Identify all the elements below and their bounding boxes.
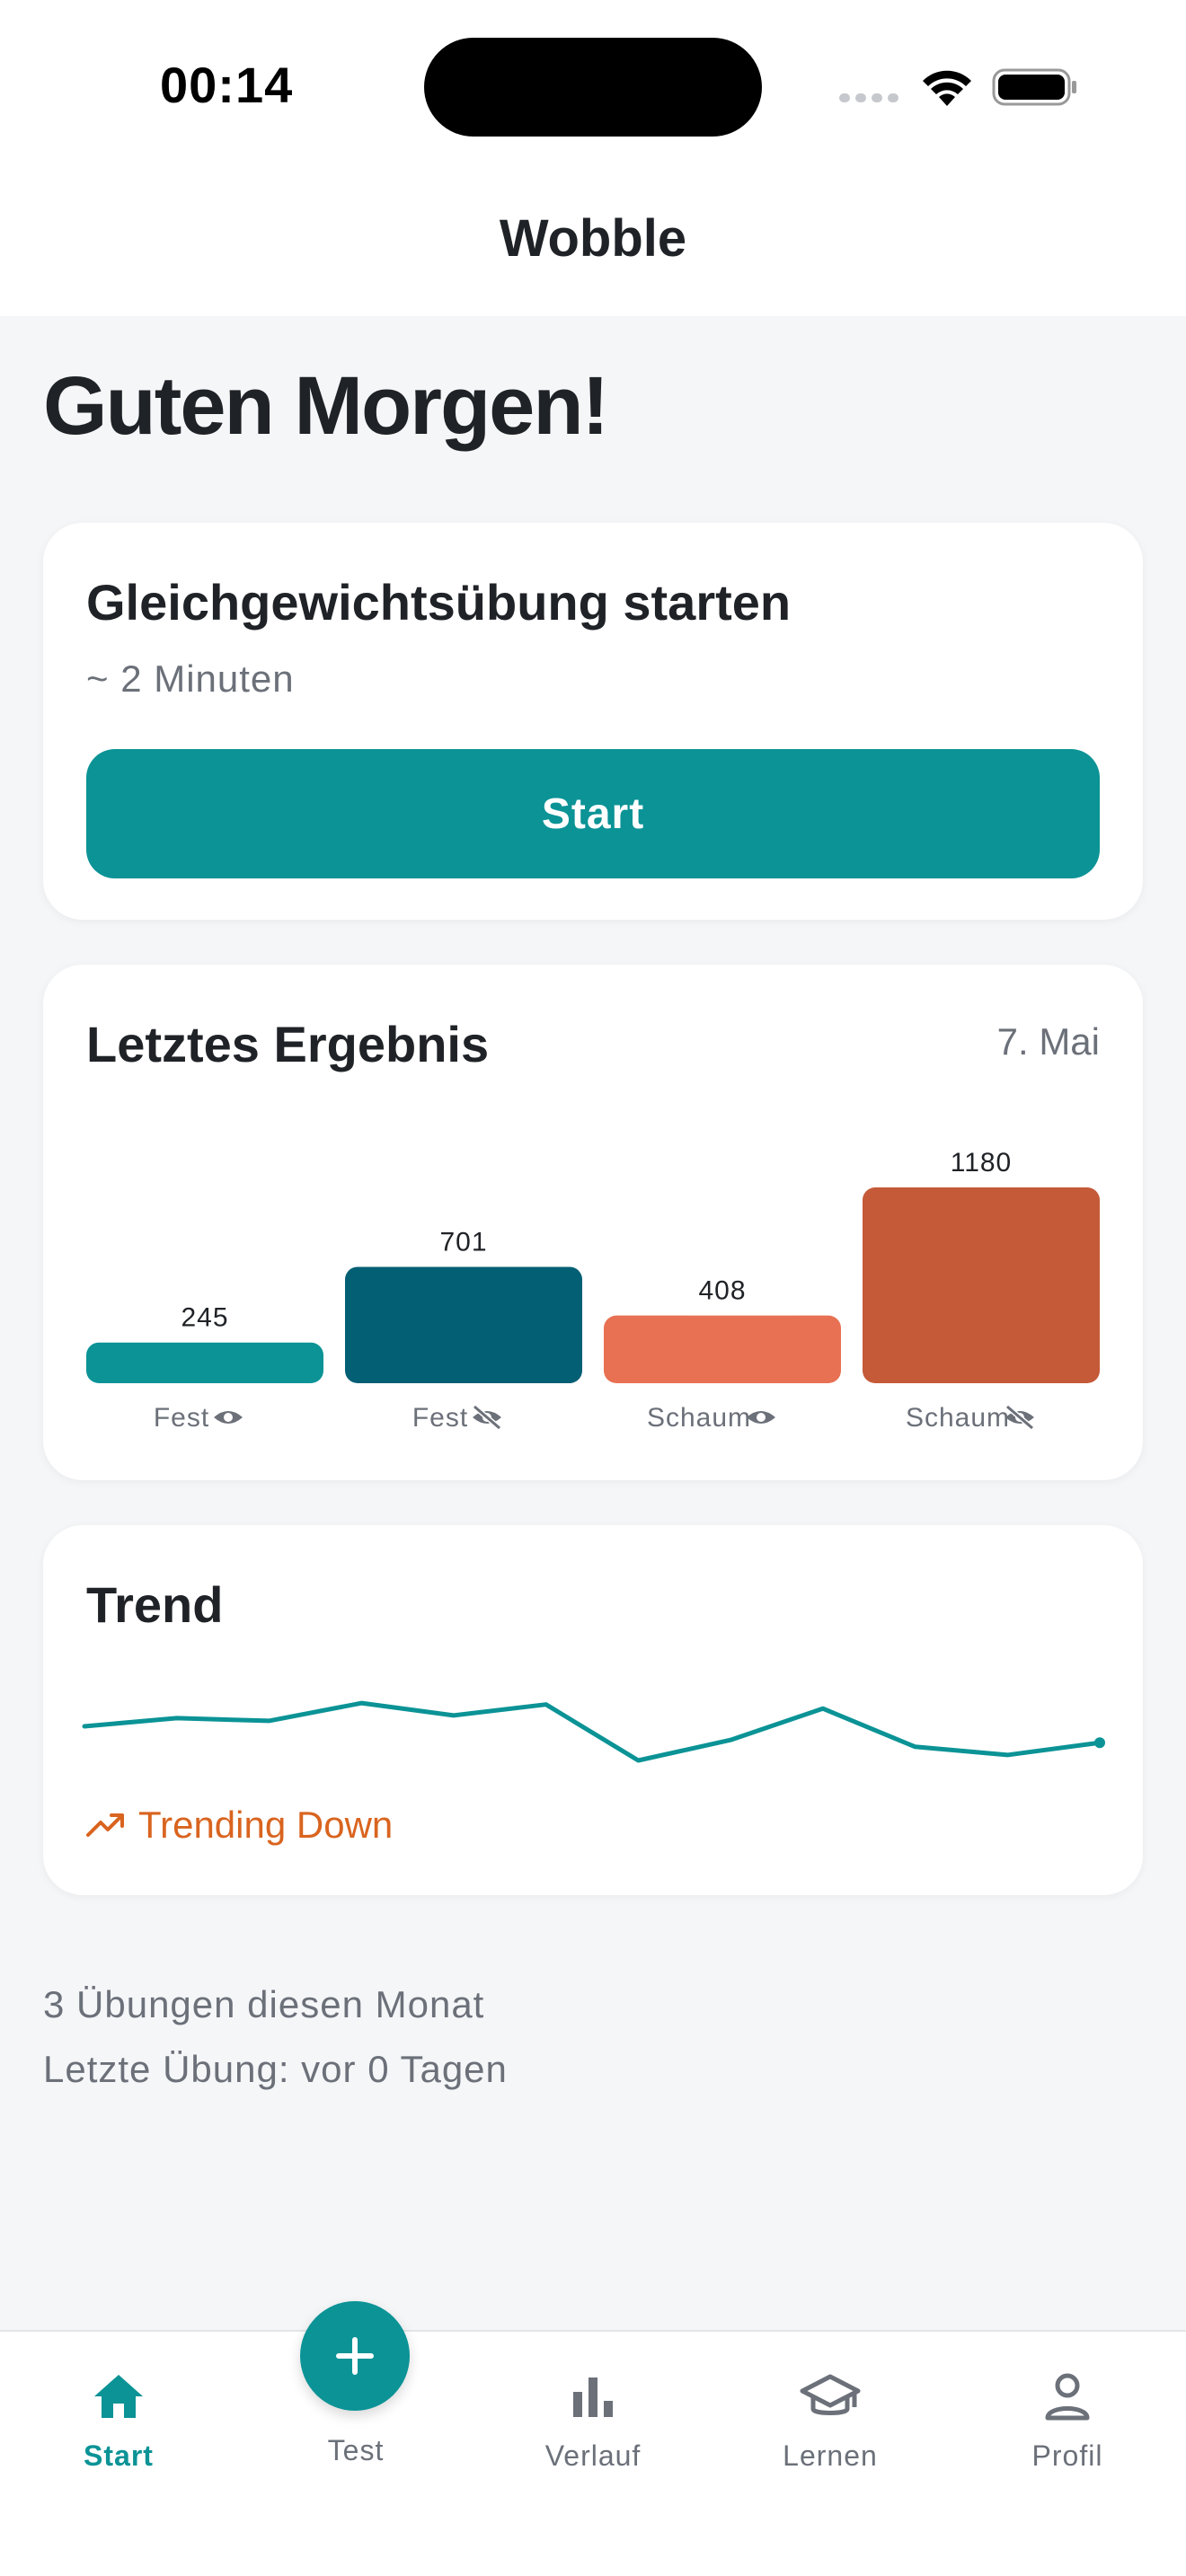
graduation-cap-icon [800, 2374, 861, 2415]
tab-profil[interactable]: Profil [949, 2332, 1186, 2511]
trend-status-label: Trending Down [138, 1804, 394, 1846]
bar-chart-icon [573, 2378, 613, 2417]
tab-test-label[interactable]: Test [237, 2434, 474, 2467]
home-icon [94, 2375, 143, 2418]
greeting-heading: Guten Morgen! [43, 360, 609, 452]
tab-start-label: Start [84, 2439, 154, 2472]
bar-category-label: Fest [154, 1403, 209, 1433]
test-fab-button[interactable] [300, 2301, 410, 2411]
exercise-stats: 3 Übungen diesen Monat Letzte Übung: vor… [43, 1972, 508, 2102]
tab-lernen-label: Lernen [783, 2439, 878, 2472]
start-exercise-card: Gleichgewichtsübung starten ~ 2 Minuten … [43, 523, 1143, 920]
person-icon [1045, 2373, 1090, 2421]
eye-icon [214, 1411, 243, 1424]
exercise-duration: ~ 2 Minuten [86, 657, 295, 700]
start-button[interactable]: Start [86, 749, 1100, 878]
bar-category-label: Schaum [647, 1403, 751, 1433]
app-header: Wobble [0, 171, 1186, 316]
result-bar-chart: 245 Fest 701 Fest 408 Schaum 1180 Schaum [86, 1148, 1100, 1433]
app-title: Wobble [499, 209, 687, 268]
bar-category-label: Fest [412, 1403, 468, 1433]
start-card-title: Gleichgewichtsübung starten [86, 574, 792, 631]
battery-icon [992, 68, 1076, 106]
last-exercise: Letzte Übung: vor 0 Tagen [43, 2048, 508, 2090]
plus-icon [336, 2337, 374, 2375]
tab-profil-label: Profil [1031, 2439, 1103, 2472]
wifi-icon [923, 70, 971, 106]
trend-card: Trend Trending Down [43, 1525, 1143, 1895]
bar-value-label: 408 [698, 1276, 746, 1306]
bar [604, 1315, 841, 1383]
trend-line-chart [82, 1700, 1105, 1763]
bar-value-label: 245 [181, 1303, 228, 1333]
status-bar: 00:14 [0, 0, 1186, 171]
trend-line [82, 1700, 1102, 1763]
cellular-signal-icon [839, 93, 898, 102]
trending-icon [86, 1813, 124, 1837]
month-count: 3 Übungen diesen Monat [43, 1983, 485, 2025]
trend-status: Trending Down [86, 1804, 393, 1847]
tab-start[interactable]: Start [0, 2332, 237, 2511]
bottom-tab-bar: Start Test Verlauf Lernen Profil [0, 2301, 1186, 2576]
dynamic-island [424, 38, 762, 137]
tab-verlauf[interactable]: Verlauf [474, 2332, 712, 2511]
trend-end-point [1094, 1737, 1105, 1749]
bar [863, 1187, 1100, 1383]
tab-lernen[interactable]: Lernen [712, 2332, 949, 2511]
bar-value-label: 1180 [951, 1148, 1013, 1178]
bar [86, 1342, 323, 1383]
last-result-card: Letztes Ergebnis 7. Mai 245 Fest 701 Fest 40… [43, 965, 1143, 1480]
eye-off-icon [473, 1404, 501, 1431]
tab-verlauf-label: Verlauf [544, 2439, 642, 2472]
bar-value-label: 701 [439, 1227, 487, 1257]
bar [345, 1266, 582, 1383]
clock: 00:14 [160, 57, 294, 113]
bar-category-label: Schaum [906, 1403, 1010, 1433]
